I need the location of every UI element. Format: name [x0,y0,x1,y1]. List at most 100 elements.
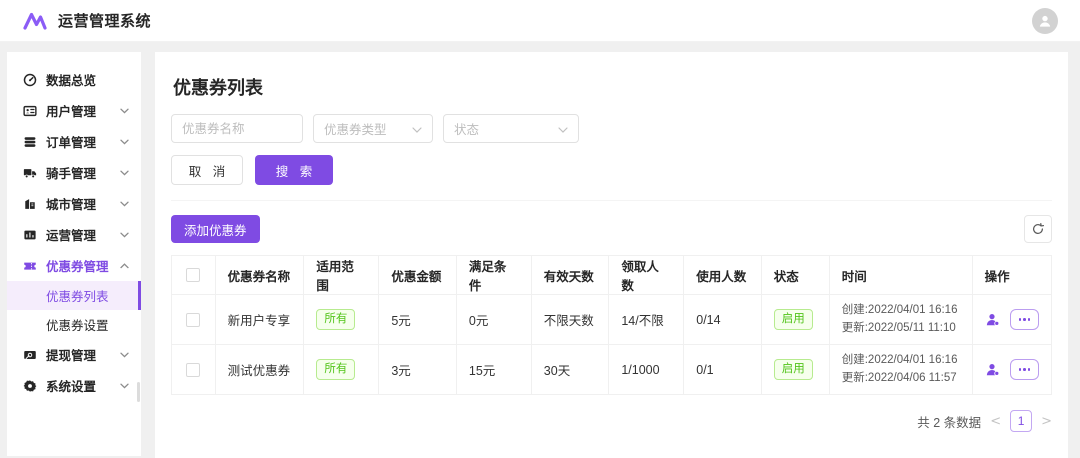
cell-condition: 15元 [455,344,532,395]
truck-icon [22,165,37,180]
scope-badge: 所有 [316,309,356,330]
coupon-table: 优惠券名称 适用范围 优惠金额 满足条件 有效天数 领取人数 使用人数 状态 时… [171,255,1053,395]
col-header-valid-days: 有效天数 [530,255,610,295]
page-number-button[interactable]: 1 [1010,410,1033,432]
more-actions-button[interactable] [1009,359,1039,380]
sidebar-subitem-label: 优惠券设置 [46,319,109,333]
sidebar-item-operations-management[interactable]: 运营管理 [7,219,141,250]
search-button[interactable]: 搜 索 [255,155,333,185]
status-badge: 启用 [773,309,813,330]
chevron-down-icon [120,170,129,176]
cell-received: 14/不限 [608,294,685,345]
coupon-type-placeholder: 优惠券类型 [324,123,387,137]
sidebar-item-label: 系统设置 [46,380,97,394]
sidebar-item-city-management[interactable]: 城市管理 [7,188,141,219]
sidebar-item-label: 骑手管理 [46,167,97,181]
sidebar-subitem-coupon-settings[interactable]: 优惠券设置 [7,310,141,339]
row-actions [985,359,1039,380]
order-list-icon [22,134,37,149]
cell-valid-days: 不限天数 [530,294,610,345]
coupon-name-input[interactable] [171,114,303,143]
updated-time: 更新:2022/04/06 11:57 [841,371,957,384]
col-header-received: 领取人数 [608,255,685,295]
col-header-scope: 适用范围 [303,255,380,295]
sidebar-item-coupon-management[interactable]: 优惠券管理 [7,250,141,281]
app-logo-icon [22,11,48,31]
col-header-actions: 操作 [971,255,1053,295]
cell-coupon-name: 新用户专享 [214,294,305,345]
sidebar-subitem-coupon-list[interactable]: 优惠券列表 [7,281,141,310]
sidebar-subitem-label: 优惠券列表 [46,290,109,304]
status-placeholder: 状态 [454,123,480,137]
pagination: 共 2 条数据 < 1 > [171,410,1052,432]
filter-actions: 取 消 搜 索 [171,155,1052,185]
sidebar-item-withdraw-management[interactable]: 提现管理 [7,339,141,370]
app-title: 运营管理系统 [58,13,152,30]
col-header-status: 状态 [760,255,830,295]
chevron-down-icon [120,201,129,207]
coupon-type-select[interactable]: 优惠券类型 [313,114,433,143]
section-divider [171,200,1052,201]
status-badge: 启用 [773,359,813,380]
add-coupon-button[interactable]: 添加优惠券 [171,215,260,243]
row-checkbox[interactable] [186,362,201,377]
sidebar-item-label: 用户管理 [46,105,97,119]
table-toolbar: 添加优惠券 [171,215,1052,243]
prev-page-button[interactable]: < [990,414,1001,429]
updated-time: 更新:2022/05/11 11:10 [841,321,956,334]
chevron-down-icon [120,383,129,389]
sidebar-item-data-overview[interactable]: 数据总览 [7,64,141,95]
sidebar-item-label: 提现管理 [46,349,97,363]
created-time: 创建:2022/04/01 16:16 [841,303,958,316]
cell-amount: 5元 [378,294,457,345]
user-avatar[interactable] [1032,7,1058,34]
sidebar: 数据总览 用户管理 订单管理 骑手管理 城市管理 运营管理 优惠券管理 优惠券列… [7,52,141,456]
col-header-name: 优惠券名称 [214,255,305,295]
col-header-used: 使用人数 [683,255,762,295]
sidebar-item-order-management[interactable]: 订单管理 [7,126,141,157]
sidebar-item-label: 城市管理 [46,198,97,212]
assign-user-icon[interactable] [985,362,1001,378]
pagination-total: 共 2 条数据 [917,415,982,430]
id-card-icon [22,103,37,118]
sidebar-item-system-settings[interactable]: 系统设置 [7,370,141,401]
cancel-button[interactable]: 取 消 [171,155,243,185]
sidebar-item-label: 运营管理 [46,229,97,243]
row-actions [985,309,1039,330]
col-header-time: 时间 [828,255,973,295]
cell-coupon-name: 测试优惠券 [214,344,305,395]
sidebar-scrollbar[interactable] [137,382,140,402]
withdraw-icon [22,347,37,362]
table-row: 测试优惠券 所有 3元 15元 30天 1/1000 0/1 启用 创建:202… [171,344,1053,395]
more-actions-button[interactable] [1009,309,1039,330]
select-all-checkbox[interactable] [186,268,201,283]
ticket-icon [22,258,37,273]
assign-user-icon[interactable] [985,312,1001,328]
table-row: 新用户专享 所有 5元 0元 不限天数 14/不限 0/14 启用 创建:202… [171,294,1053,345]
sidebar-item-label: 数据总览 [46,74,97,88]
chevron-down-icon [120,108,129,114]
sidebar-item-user-management[interactable]: 用户管理 [7,95,141,126]
sidebar-item-rider-management[interactable]: 骑手管理 [7,157,141,188]
chevron-down-icon [412,122,422,136]
main-content: 优惠券列表 优惠券类型 状态 取 消 搜 索 添加优惠券 优惠 [155,52,1068,458]
status-select[interactable]: 状态 [443,114,579,143]
row-checkbox[interactable] [186,312,201,327]
operations-icon [22,227,37,242]
chevron-up-icon [120,262,129,269]
cell-used: 0/14 [683,294,762,345]
chevron-down-icon [120,232,129,238]
filter-bar: 优惠券类型 状态 [171,114,1052,143]
cell-received: 1/1000 [608,344,685,395]
cell-used: 0/1 [683,344,762,395]
chevron-down-icon [120,139,129,145]
refresh-button[interactable] [1024,215,1052,243]
created-time: 创建:2022/04/01 16:16 [841,353,958,366]
page-title: 优惠券列表 [173,78,263,98]
dashboard-icon [22,72,37,87]
chevron-down-icon [558,122,568,136]
top-bar: 运营管理系统 [0,0,1080,42]
cell-condition: 0元 [455,294,532,345]
gear-icon [22,378,37,393]
next-page-button[interactable]: > [1041,414,1052,429]
